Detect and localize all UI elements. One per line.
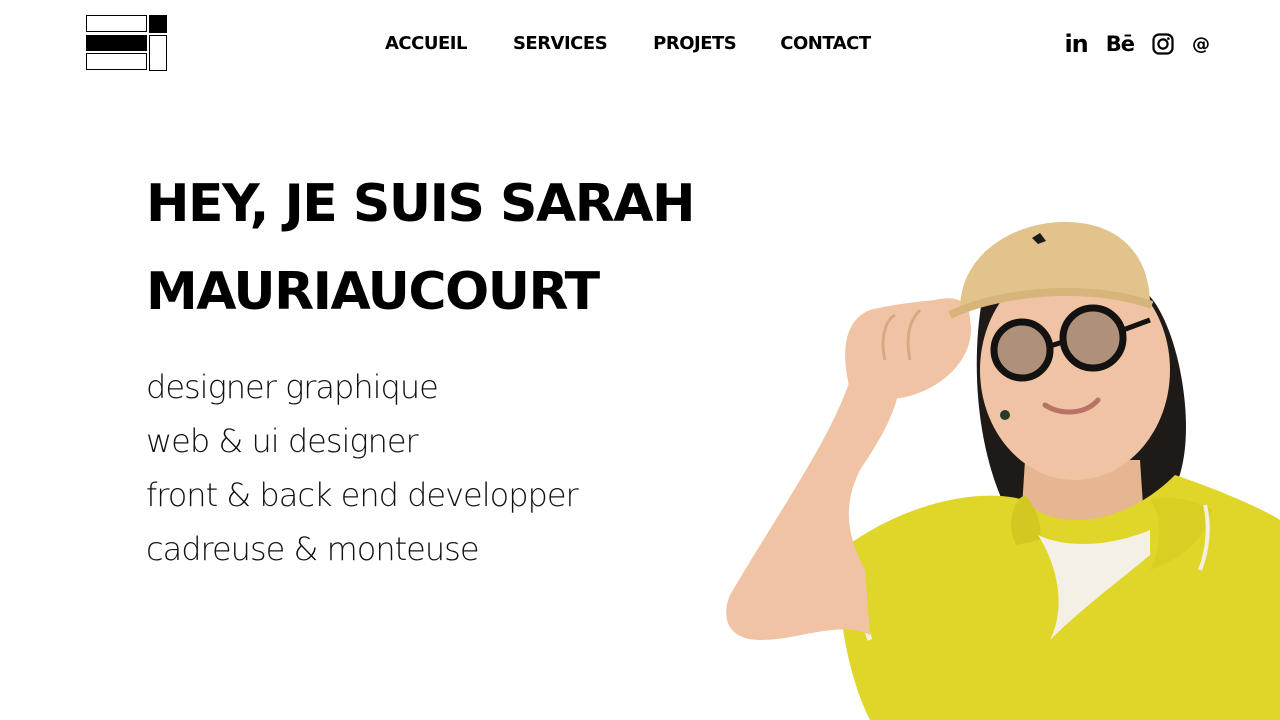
role-item: web & ui designer [146,422,419,460]
role-item: designer graphique [146,368,439,406]
role-item: front & back end developper [146,476,579,514]
nav-contact[interactable]: CONTACT [780,32,871,56]
hero-title: HEY, JE SUIS SARAH MAURIAUCOURT [146,160,696,336]
email-icon[interactable]: @ [1192,30,1210,58]
site-logo[interactable] [86,15,168,71]
role-item: cadreuse & monteuse [146,530,479,568]
main-nav: ACCUEIL SERVICES PROJETS CONTACT [385,32,871,56]
portrait-photo [726,221,1280,720]
social-links: in Bē @ [1064,30,1210,58]
linkedin-icon[interactable]: in [1064,30,1088,58]
hero-title-line-1: HEY, JE SUIS SARAH [146,174,696,234]
page: ACCUEIL SERVICES PROJETS CONTACT in Bē @… [0,0,1280,720]
nav-accueil[interactable]: ACCUEIL [385,32,467,56]
hero-title-line-2: MAURIAUCOURT [146,262,600,322]
instagram-icon[interactable] [1152,30,1174,58]
nav-projets[interactable]: PROJETS [653,32,737,56]
nav-services[interactable]: SERVICES [513,32,608,56]
behance-icon[interactable]: Bē [1106,30,1135,58]
roles-list: designer graphique web & ui designer fro… [146,360,579,576]
